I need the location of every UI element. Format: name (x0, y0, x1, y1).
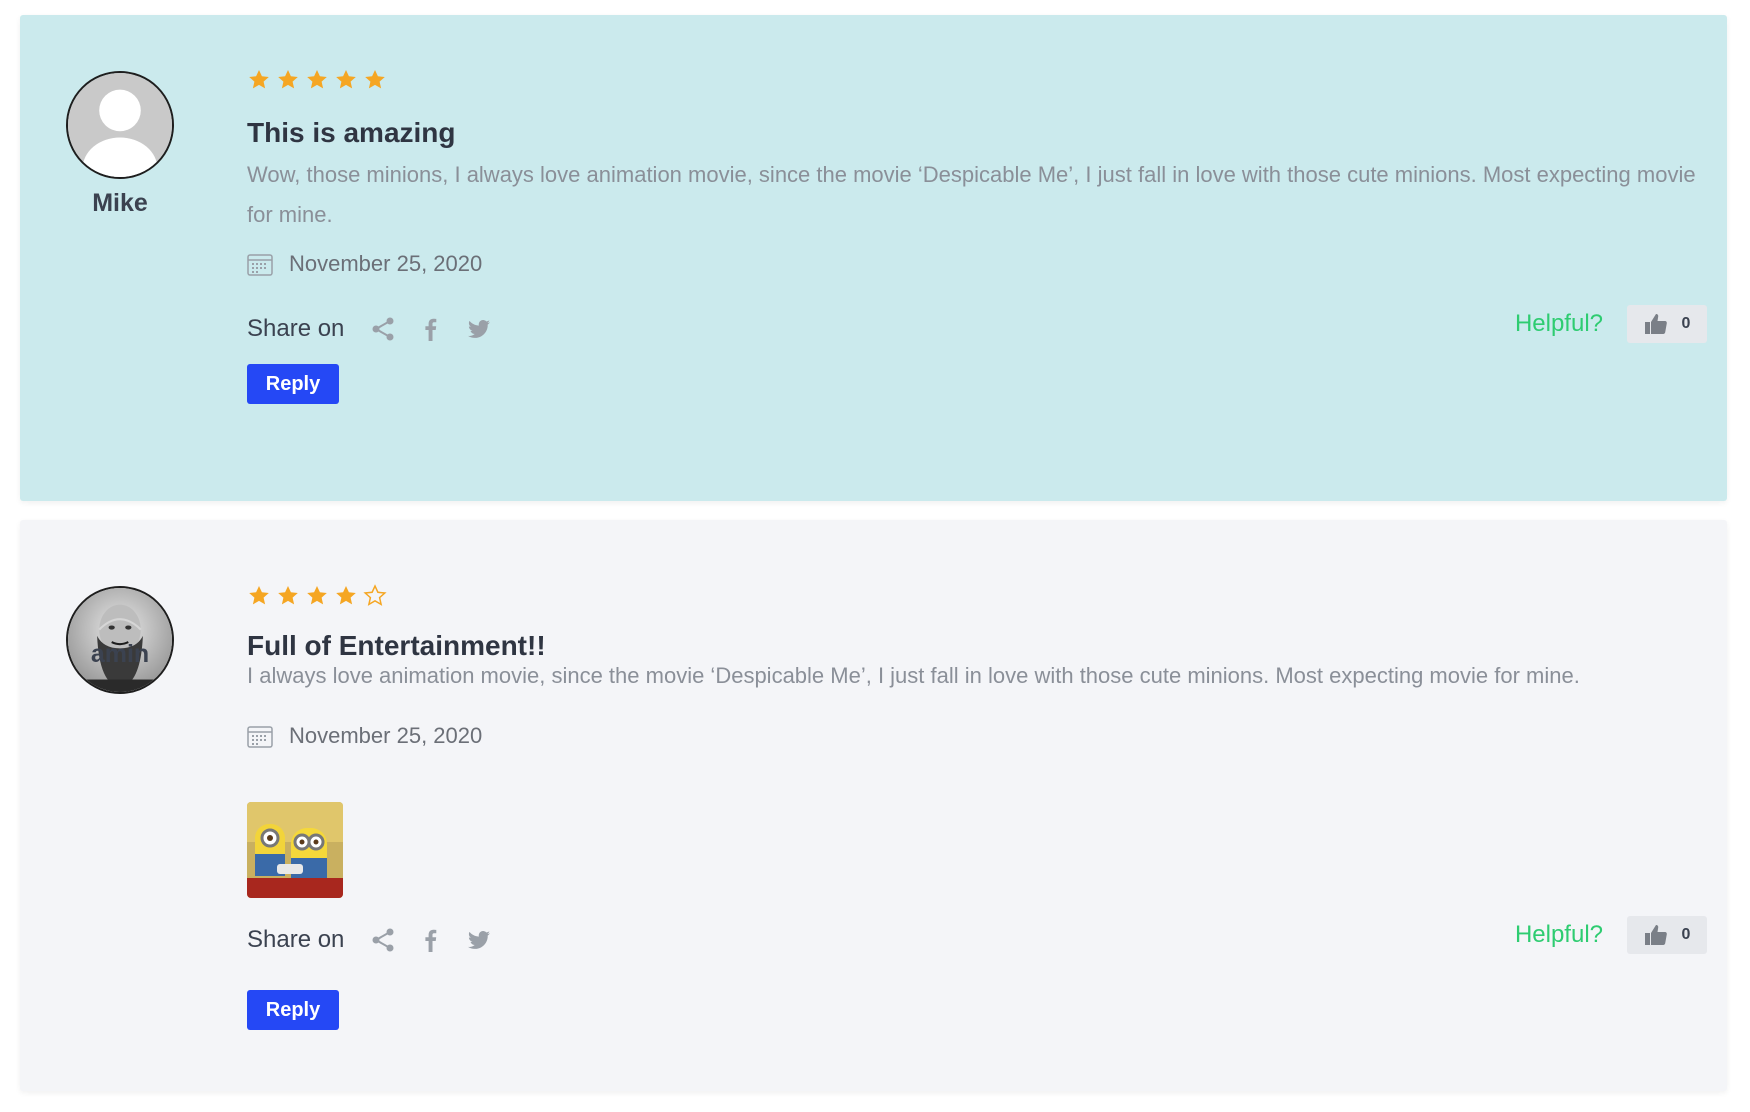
helpful-label: Helpful? (1514, 921, 1603, 948)
star-filled-icon (247, 68, 271, 92)
helpful-section: Helpful? 0 (1515, 916, 1707, 954)
twitter-icon[interactable] (466, 316, 492, 342)
review-card: Mike This is amazing Wow, those minions,… (20, 15, 1727, 501)
star-empty-icon (363, 584, 387, 608)
like-button[interactable]: 0 (1627, 305, 1707, 343)
review-card: amin Full of Entertainment!! I always lo… (20, 520, 1727, 1091)
thumbs-up-icon (1644, 923, 1668, 947)
share-row: Share on Helpful? 0 (247, 916, 1707, 954)
star-filled-icon (276, 584, 300, 608)
twitter-icon[interactable] (466, 927, 492, 953)
star-filled-icon (334, 68, 358, 92)
share-row: Share on Helpful? 0 (247, 305, 1707, 343)
star-filled-icon (334, 584, 358, 608)
reply-button[interactable]: Reply (247, 364, 339, 404)
review-image-minions[interactable] (247, 802, 343, 898)
avatar (66, 71, 174, 179)
facebook-icon[interactable] (418, 927, 444, 953)
share-label: Share on (247, 926, 345, 953)
star-rating (247, 584, 387, 610)
review-date-row: November 25, 2020 (247, 251, 482, 277)
review-date-row: November 25, 2020 (247, 723, 482, 749)
star-filled-icon (305, 68, 329, 92)
star-filled-icon (247, 584, 271, 608)
thumbs-up-icon (1644, 312, 1668, 336)
share-label: Share on (247, 315, 345, 342)
calendar-icon (247, 724, 273, 748)
star-rating (247, 68, 387, 94)
like-count: 0 (1681, 315, 1691, 332)
share-icon[interactable] (370, 316, 396, 342)
review-date: November 25, 2020 (289, 723, 483, 748)
review-date: November 25, 2020 (289, 251, 483, 276)
review-text: Wow, those minions, I always love animat… (247, 162, 1696, 227)
helpful-section: Helpful? 0 (1515, 305, 1707, 343)
like-button[interactable]: 0 (1627, 916, 1707, 954)
facebook-icon[interactable] (418, 316, 444, 342)
author-name: amin (90, 640, 150, 668)
star-filled-icon (276, 68, 300, 92)
author-name: Mike (92, 189, 148, 217)
share-icon[interactable] (370, 927, 396, 953)
star-filled-icon (363, 68, 387, 92)
reply-button[interactable]: Reply (247, 990, 339, 1030)
calendar-icon (247, 252, 273, 276)
like-count: 0 (1681, 926, 1691, 943)
helpful-label: Helpful? (1514, 310, 1603, 337)
review-text: I always love animation movie, since the… (247, 663, 1580, 688)
star-filled-icon (305, 584, 329, 608)
review-title: This is amazing (247, 117, 456, 148)
